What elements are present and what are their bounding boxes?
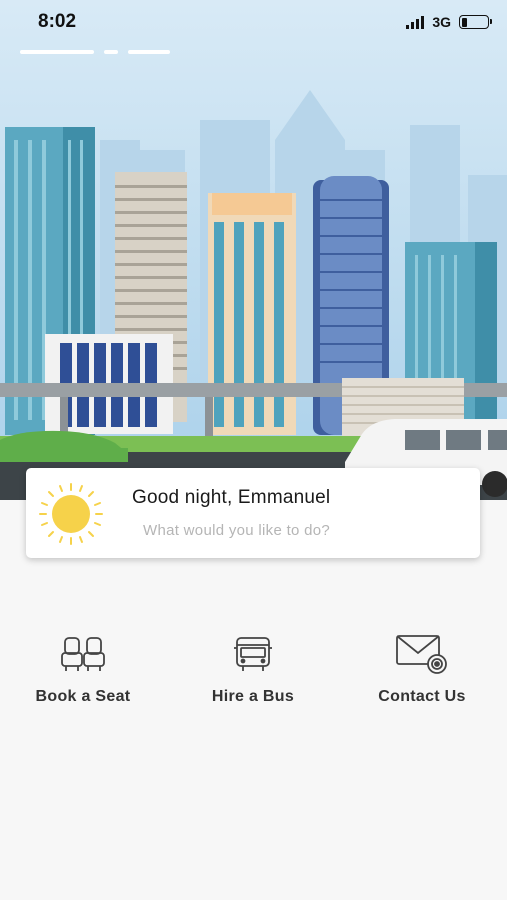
pager-dot-1[interactable]	[20, 50, 94, 54]
pager-dot-2[interactable]	[104, 50, 118, 54]
greeting-card: Good night, Emmanuel What would you like…	[26, 468, 480, 558]
hire-bus-label: Hire a Bus	[211, 688, 295, 705]
contact-us-label: Contact Us	[378, 688, 466, 705]
network-type: 3G	[432, 14, 451, 30]
hire-bus-button[interactable]: Hire a Bus	[198, 632, 308, 706]
contact-us-button[interactable]: Contact Us	[364, 632, 480, 706]
pager-dot-3[interactable]	[128, 50, 170, 54]
status-bar: 8:02 3G	[0, 0, 507, 44]
greeting-subtitle: What would you like to do?	[143, 522, 331, 539]
battery-icon	[459, 15, 492, 29]
skyline-graphic	[0, 90, 507, 500]
seat-icon	[58, 632, 108, 676]
signal-strength-icon	[406, 15, 425, 29]
quick-actions: Book a Seat Hire a Bus Contact Us	[0, 632, 507, 732]
greeting-title: Good night, Emmanuel	[132, 487, 331, 508]
book-seat-button[interactable]: Book a Seat	[28, 632, 138, 706]
carousel-pager[interactable]	[20, 50, 170, 54]
book-seat-label: Book a Seat	[35, 688, 131, 705]
battery-level	[461, 17, 467, 27]
status-indicators: 3G	[406, 14, 492, 30]
mail-icon	[395, 632, 449, 676]
city-skyline-illustration	[0, 0, 507, 500]
sun-icon	[39, 483, 103, 545]
bus-icon	[233, 632, 273, 676]
status-time: 8:02	[38, 11, 77, 32]
